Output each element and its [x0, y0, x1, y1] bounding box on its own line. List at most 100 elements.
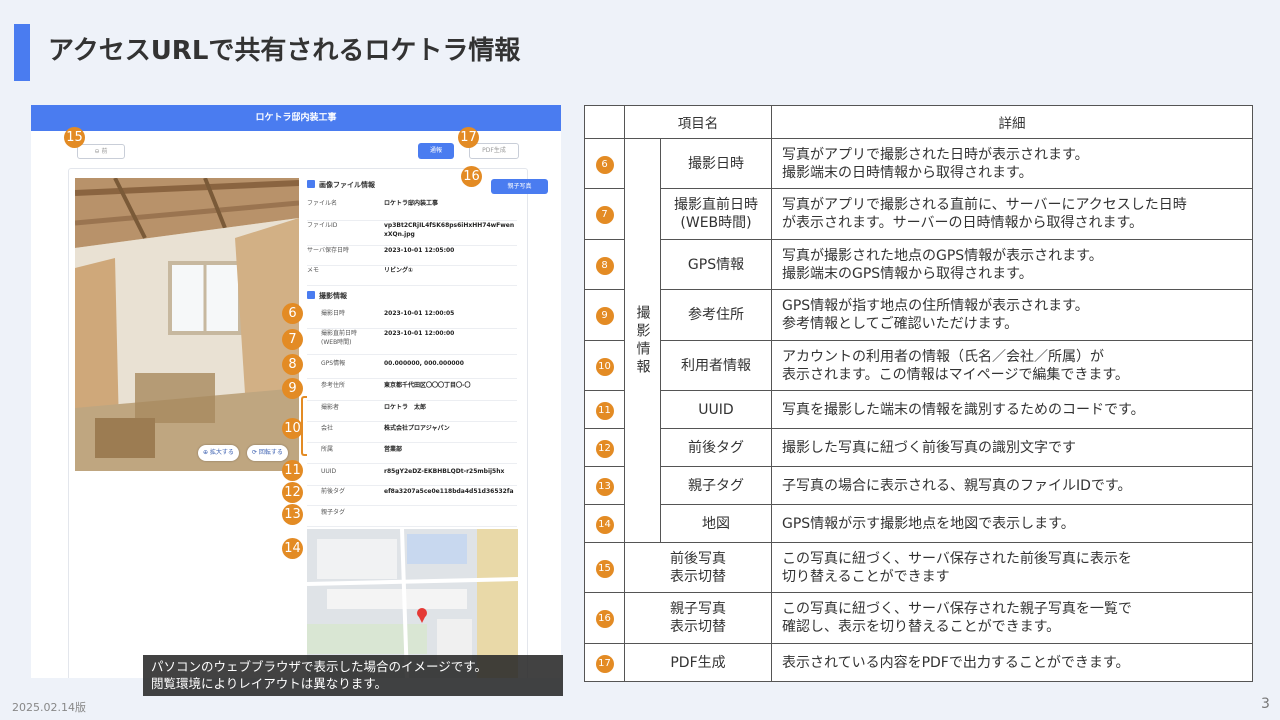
row-detail: 撮影した写真に紐づく前後写真の識別文字です [771, 428, 1253, 467]
photo-row: 前後タグ ef8a3207a5ce0e118bda4d51d36532fa [307, 487, 517, 506]
table-row: 17 PDF生成 表示されている内容をPDFで出力することができます。 [584, 643, 1253, 682]
callout-badge-13: 13 [282, 504, 303, 525]
row-badge: 6 [595, 155, 614, 174]
file-info-section-title: 画像ファイル情報 [307, 180, 375, 190]
row-key: ファイルID [307, 222, 338, 229]
row-value: 営業部 [384, 446, 403, 453]
title-accent-bar [14, 24, 30, 81]
notify-button[interactable]: 通報 [418, 143, 454, 159]
callout-badge-6: 6 [282, 303, 303, 324]
spec-table: 項目名 詳細 6 撮影情報 撮影日時 写真がアプリで撮影された日時が表示されます… [584, 105, 1253, 682]
table-row: 9 参考住所 GPS情報が指す地点の住所情報が表示されます。 参考情報としてご確… [584, 289, 1253, 341]
row-badge: 10 [595, 357, 614, 376]
row-detail: 子写真の場合に表示される、親写真のファイルIDです。 [771, 466, 1253, 505]
table-header-row: 項目名 詳細 [584, 105, 1253, 139]
table-row: 15 前後写真 表示切替 この写真に紐づく、サーバ保存された前後写真に表示を 切… [584, 542, 1253, 593]
file-info-label: 画像ファイル情報 [319, 181, 375, 189]
row-detail: 写真がアプリで撮影される直前に、サーバーにアクセスした日時 が表示されます。サー… [771, 188, 1253, 240]
header-detail: 詳細 [771, 105, 1253, 139]
row-name: 撮影日時 [660, 138, 772, 189]
row-detail: 写真が撮影された地点のGPS情報が表示されます。 撮影端末のGPS情報から取得さ… [771, 239, 1253, 290]
pdf-generate-button[interactable]: PDF生成 [469, 143, 519, 159]
file-row: ファイル名 ロケトラ邸内装工事 [307, 199, 517, 221]
row-num-cell: 9 [584, 289, 625, 341]
row-name: 参考住所 [660, 289, 772, 341]
row-name: 前後写真 表示切替 [624, 542, 772, 593]
callout-badge-16: 16 [461, 166, 482, 187]
row-detail: GPS情報が指す地点の住所情報が表示されます。 参考情報としてご確認いただけます… [771, 289, 1253, 341]
row-value: ロケトラ邸内装工事 [384, 200, 439, 207]
row-name: UUID [660, 390, 772, 429]
callout-badge-12: 12 [282, 482, 303, 503]
row-name: 親子タグ [660, 466, 772, 505]
photo-row: 所属 営業部 [307, 445, 517, 464]
row-value: 2023-10-01 12:00:00 [384, 330, 455, 337]
row-name: 撮影直前日時 (WEB時間) [660, 188, 772, 240]
photo-row: 撮影直前日時 (WEB時間) 2023-10-01 12:00:00 [307, 329, 517, 355]
camera-icon [307, 291, 315, 299]
row-num-cell: 6 [584, 138, 625, 189]
row-value: r85gY2eDZ-EKBHBLQDt-r25mbij5hx [384, 468, 505, 475]
caption-line-1: パソコンのウェブブラウザで表示した場合のイメージです。 [151, 659, 488, 674]
row-badge: 13 [595, 477, 614, 496]
row-detail: 表示されている内容をPDFで出力することができます。 [771, 643, 1253, 682]
photo-row: GPS情報 00.000000, 000.000000 [307, 359, 517, 379]
rotate-button[interactable]: ⟳ 回転する [247, 445, 288, 461]
site-photo [75, 178, 299, 471]
row-key: 親子タグ [321, 509, 346, 516]
row-key: ファイル名 [307, 200, 338, 207]
callout-badge-11: 11 [282, 460, 303, 481]
row-name: 親子写真 表示切替 [624, 592, 772, 644]
photo-row: 撮影者 ロケトラ 太郎 [307, 403, 517, 422]
row-num-cell: 11 [584, 390, 625, 429]
zoom-button[interactable]: ⊕ 拡大する [198, 445, 239, 461]
photo-info-section-title: 撮影情報 [307, 291, 347, 301]
row-badge: 7 [595, 206, 614, 224]
header-num-cell [584, 105, 625, 139]
row-badge: 14 [595, 515, 614, 534]
row-num-cell: 15 [584, 542, 625, 593]
page-title: アクセスURLで共有されるロケトラ情報 [48, 36, 521, 66]
row-detail: アカウントの利用者の情報（氏名／会社／所属）が 表示されます。この情報はマイペー… [771, 340, 1253, 391]
row-badge: 16 [595, 610, 614, 628]
row-num-cell: 10 [584, 340, 625, 391]
mock-header: ロケトラ邸内装工事 [31, 105, 561, 131]
table-row: 16 親子写真 表示切替 この写真に紐づく、サーバ保存された親子写真を一覧で 確… [584, 592, 1253, 644]
callout-badge-15: 15 [64, 127, 85, 148]
row-value: リビング① [384, 267, 414, 274]
page-number: 3 [1261, 696, 1270, 712]
callout-badge-9: 9 [282, 378, 303, 399]
row-name: PDF生成 [624, 643, 772, 682]
row-num-cell: 14 [584, 504, 625, 543]
table-row: 14 地図 GPS情報が示す撮影地点を地図で表示します。 [584, 504, 1253, 543]
row-key: サーバ保存日時 [307, 247, 349, 254]
callout-badge-17: 17 [458, 127, 479, 148]
row-name: GPS情報 [660, 239, 772, 290]
row-badge: 9 [595, 307, 614, 325]
row-num-cell: 7 [584, 188, 625, 240]
photo-row: 会社 株式会社プロアジャパン [307, 424, 517, 443]
row-num-cell: 8 [584, 239, 625, 290]
file-row: サーバ保存日時 2023-10-01 12:05:00 [307, 246, 517, 266]
table-row: 6 撮影情報 撮影日時 写真がアプリで撮影された日時が表示されます。 撮影端末の… [584, 138, 1253, 543]
parent-photo-button[interactable]: 親子写真 [491, 179, 548, 194]
image-caption: パソコンのウェブブラウザで表示した場合のイメージです。 閲覧環境によりレイアウト… [143, 655, 563, 696]
image-icon [307, 180, 315, 188]
row-badge: 12 [595, 439, 614, 458]
row-value: ef8a3207a5ce0e118bda4d51d36532fa [384, 488, 514, 495]
group-label-shooting-info: 撮影情報 [624, 138, 661, 543]
row-badge: 15 [595, 559, 614, 578]
callout-badge-14: 14 [282, 538, 303, 559]
row-num-cell: 12 [584, 428, 625, 467]
version-date: 2025.02.14版 [12, 701, 86, 714]
row-num-cell: 17 [584, 643, 625, 682]
photo-row: UUID r85gY2eDZ-EKBHBLQDt-r25mbij5hx [307, 467, 517, 486]
row-value: 東京都千代田区〇〇〇丁目〇-〇 [384, 382, 471, 389]
table-row: 11 UUID 写真を撮影した端末の情報を識別するためのコードです。 [584, 390, 1253, 429]
row-badge: 11 [595, 401, 614, 420]
header-item: 項目名 [624, 105, 772, 139]
row-name: 前後タグ [660, 428, 772, 467]
back-button[interactable]: ⊖ 前 [77, 144, 125, 159]
file-row: メモ リビング① [307, 266, 517, 286]
caption-line-2: 閲覧環境によりレイアウトは異なります。 [151, 676, 388, 691]
